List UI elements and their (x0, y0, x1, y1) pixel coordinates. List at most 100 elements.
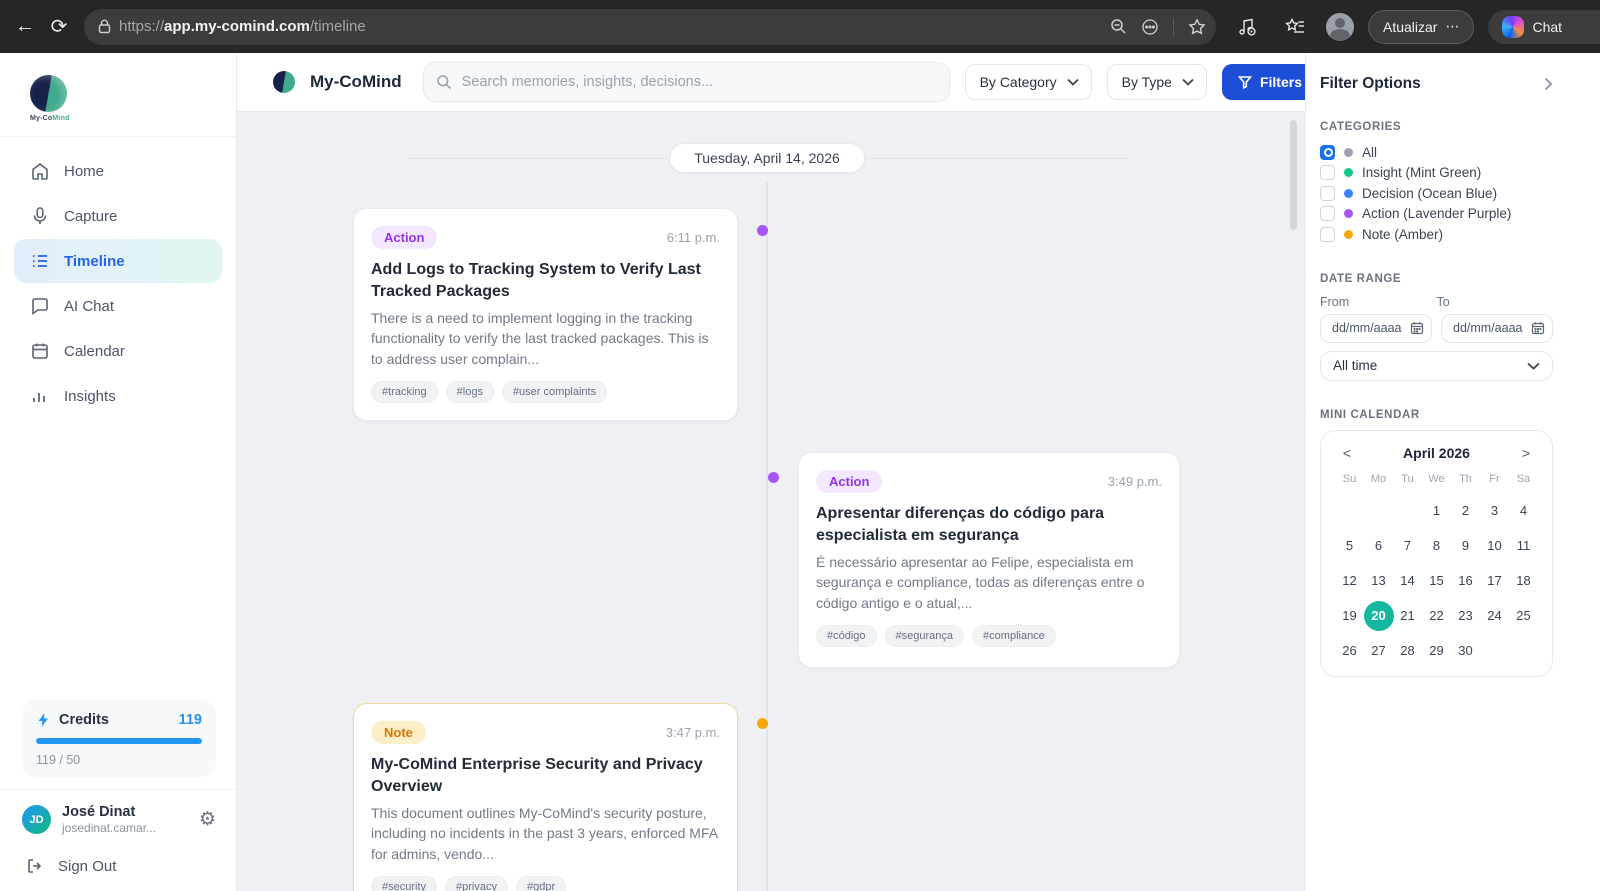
calendar-day[interactable]: 11 (1509, 531, 1538, 561)
refresh-button[interactable]: ⟳ (42, 10, 76, 44)
tag[interactable]: #código (816, 625, 877, 648)
lightning-icon (36, 712, 51, 728)
calendar-prev-button[interactable]: < (1339, 445, 1355, 461)
filters-button[interactable]: Filters (1221, 64, 1318, 100)
calendar-day[interactable]: 17 (1480, 566, 1509, 596)
tag[interactable]: #tracking (371, 381, 438, 404)
tag[interactable]: #user complaints (501, 381, 608, 404)
date-header: Tuesday, April 14, 2026 (669, 143, 865, 173)
tag[interactable]: #gdpr (516, 876, 567, 891)
user-profile-row[interactable]: JD José Dinat josedinat.camar... ⚙ (22, 804, 216, 835)
calendar-day[interactable]: 7 (1393, 531, 1422, 561)
sidebar-item-timeline[interactable]: Timeline (14, 239, 222, 283)
sidebar: My-CoMind Home Capture Timeline AI Chat (0, 53, 237, 891)
calendar-day[interactable]: 24 (1480, 601, 1509, 631)
back-icon: ← (15, 15, 35, 37)
category-select[interactable]: By Category (964, 64, 1092, 100)
calendar-day[interactable]: 10 (1480, 531, 1509, 561)
calendar-day[interactable]: 2 (1451, 496, 1480, 526)
microphone-icon (30, 206, 50, 226)
card-body: É necessário apresentar ao Felipe, espec… (816, 554, 1145, 611)
sidebar-item-calendar[interactable]: Calendar (14, 329, 222, 373)
checkbox[interactable] (1320, 206, 1335, 222)
category-filter-note[interactable]: Note (Amber) (1320, 224, 1553, 245)
calendar-day[interactable]: 1 (1422, 496, 1451, 526)
memory-card-action-1[interactable]: Action 6:11 p.m. Add Logs to Tracking Sy… (353, 208, 738, 421)
gear-icon[interactable]: ⚙ (199, 808, 216, 831)
calendar-day[interactable]: 18 (1509, 566, 1538, 596)
tag[interactable]: #segurança (884, 625, 965, 648)
back-button[interactable]: ← (8, 10, 42, 44)
calendar-day[interactable]: 23 (1451, 601, 1480, 631)
calendar-day[interactable]: 12 (1335, 566, 1364, 596)
calendar-day (1393, 496, 1422, 526)
calendar-day-selected[interactable]: 20 (1363, 600, 1394, 631)
memory-card-note[interactable]: Note 3:47 p.m. My-CoMind Enterprise Secu… (353, 703, 738, 891)
memory-card-action-2[interactable]: Action 3:49 p.m. Apresentar diferenças d… (798, 452, 1180, 668)
sidebar-item-home[interactable]: Home (14, 149, 222, 193)
category-filter-insight[interactable]: Insight (Mint Green) (1320, 163, 1553, 184)
calendar-day[interactable]: 16 (1451, 566, 1480, 596)
calendar-day[interactable]: 3 (1480, 496, 1509, 526)
calendar-day[interactable]: 4 (1509, 496, 1538, 526)
calendar-day[interactable]: 25 (1509, 601, 1538, 631)
search-input[interactable] (422, 62, 950, 102)
calendar-day[interactable]: 30 (1451, 636, 1480, 666)
calendar-day[interactable]: 21 (1393, 601, 1422, 631)
calendar-day[interactable]: 9 (1451, 531, 1480, 561)
time-range-select[interactable]: All time (1320, 350, 1553, 381)
category-filter-decision[interactable]: Decision (Ocean Blue) (1320, 183, 1553, 204)
browser-profile-avatar[interactable] (1326, 12, 1354, 41)
calendar-day[interactable]: 19 (1335, 601, 1364, 631)
credits-value: 119 (178, 712, 202, 728)
calendar-day[interactable]: 28 (1393, 636, 1422, 666)
calendar-day[interactable]: 22 (1422, 601, 1451, 631)
checkbox[interactable] (1320, 165, 1335, 181)
calendar-day[interactable]: 15 (1422, 566, 1451, 596)
tag[interactable]: #privacy (445, 876, 508, 891)
sidebar-item-ai-chat[interactable]: AI Chat (14, 284, 222, 328)
calendar-next-button[interactable]: > (1518, 445, 1534, 461)
sidebar-item-label: Calendar (64, 342, 125, 360)
scrollbar-thumb[interactable] (1290, 120, 1297, 230)
calendar-day[interactable]: 5 (1335, 531, 1364, 561)
timeline-dot-action (768, 472, 779, 483)
calendar-day[interactable]: 29 (1422, 636, 1451, 666)
type-select[interactable]: By Type (1106, 64, 1207, 100)
checkbox[interactable] (1320, 185, 1335, 201)
checkbox-checked[interactable] (1320, 144, 1335, 160)
checkbox[interactable] (1320, 226, 1335, 242)
media-playing-button[interactable] (1230, 10, 1264, 44)
update-browser-button[interactable]: Atualizar ⋯ (1368, 9, 1475, 44)
calendar-day[interactable]: 26 (1335, 636, 1364, 666)
tag[interactable]: #logs (445, 381, 494, 404)
calendar-day[interactable]: 13 (1364, 566, 1393, 596)
sidebar-item-capture[interactable]: Capture (14, 194, 222, 238)
home-icon (30, 161, 50, 181)
calendar-day[interactable]: 8 (1422, 531, 1451, 561)
category-filter-all[interactable]: All (1320, 142, 1553, 163)
card-title: Add Logs to Tracking System to Verify La… (371, 261, 701, 300)
collapse-panel-chevron-icon[interactable] (1544, 77, 1553, 91)
calendar-day[interactable]: 14 (1393, 566, 1422, 596)
calendar-picker-icon[interactable] (1410, 321, 1424, 335)
category-filter-action[interactable]: Action (Lavender Purple) (1320, 204, 1553, 225)
sidebar-item-label: Timeline (64, 252, 125, 270)
sidebar-item-insights[interactable]: Insights (14, 374, 222, 418)
sign-out-button[interactable]: Sign Out (22, 857, 216, 875)
credits-progress-fill (36, 738, 202, 744)
collections-button[interactable] (1278, 10, 1312, 44)
tag[interactable]: #security (371, 876, 438, 891)
favorite-star-icon[interactable] (1188, 17, 1206, 36)
user-email: josedinat.camar... (62, 821, 157, 835)
zoom-out-icon[interactable] (1110, 18, 1127, 35)
copilot-chat-button[interactable]: Chat (1488, 9, 1600, 44)
calendar-day[interactable]: 6 (1364, 531, 1393, 561)
category-dot-ocean (1344, 188, 1353, 198)
calendar-day[interactable]: 27 (1364, 636, 1393, 666)
tag[interactable]: #compliance (972, 625, 1056, 648)
calendar-picker-icon[interactable] (1531, 321, 1545, 335)
calendar-day (1509, 636, 1538, 666)
address-bar[interactable]: https://app.my-comind.com/timeline (84, 8, 1216, 45)
more-options-icon[interactable] (1141, 18, 1159, 36)
